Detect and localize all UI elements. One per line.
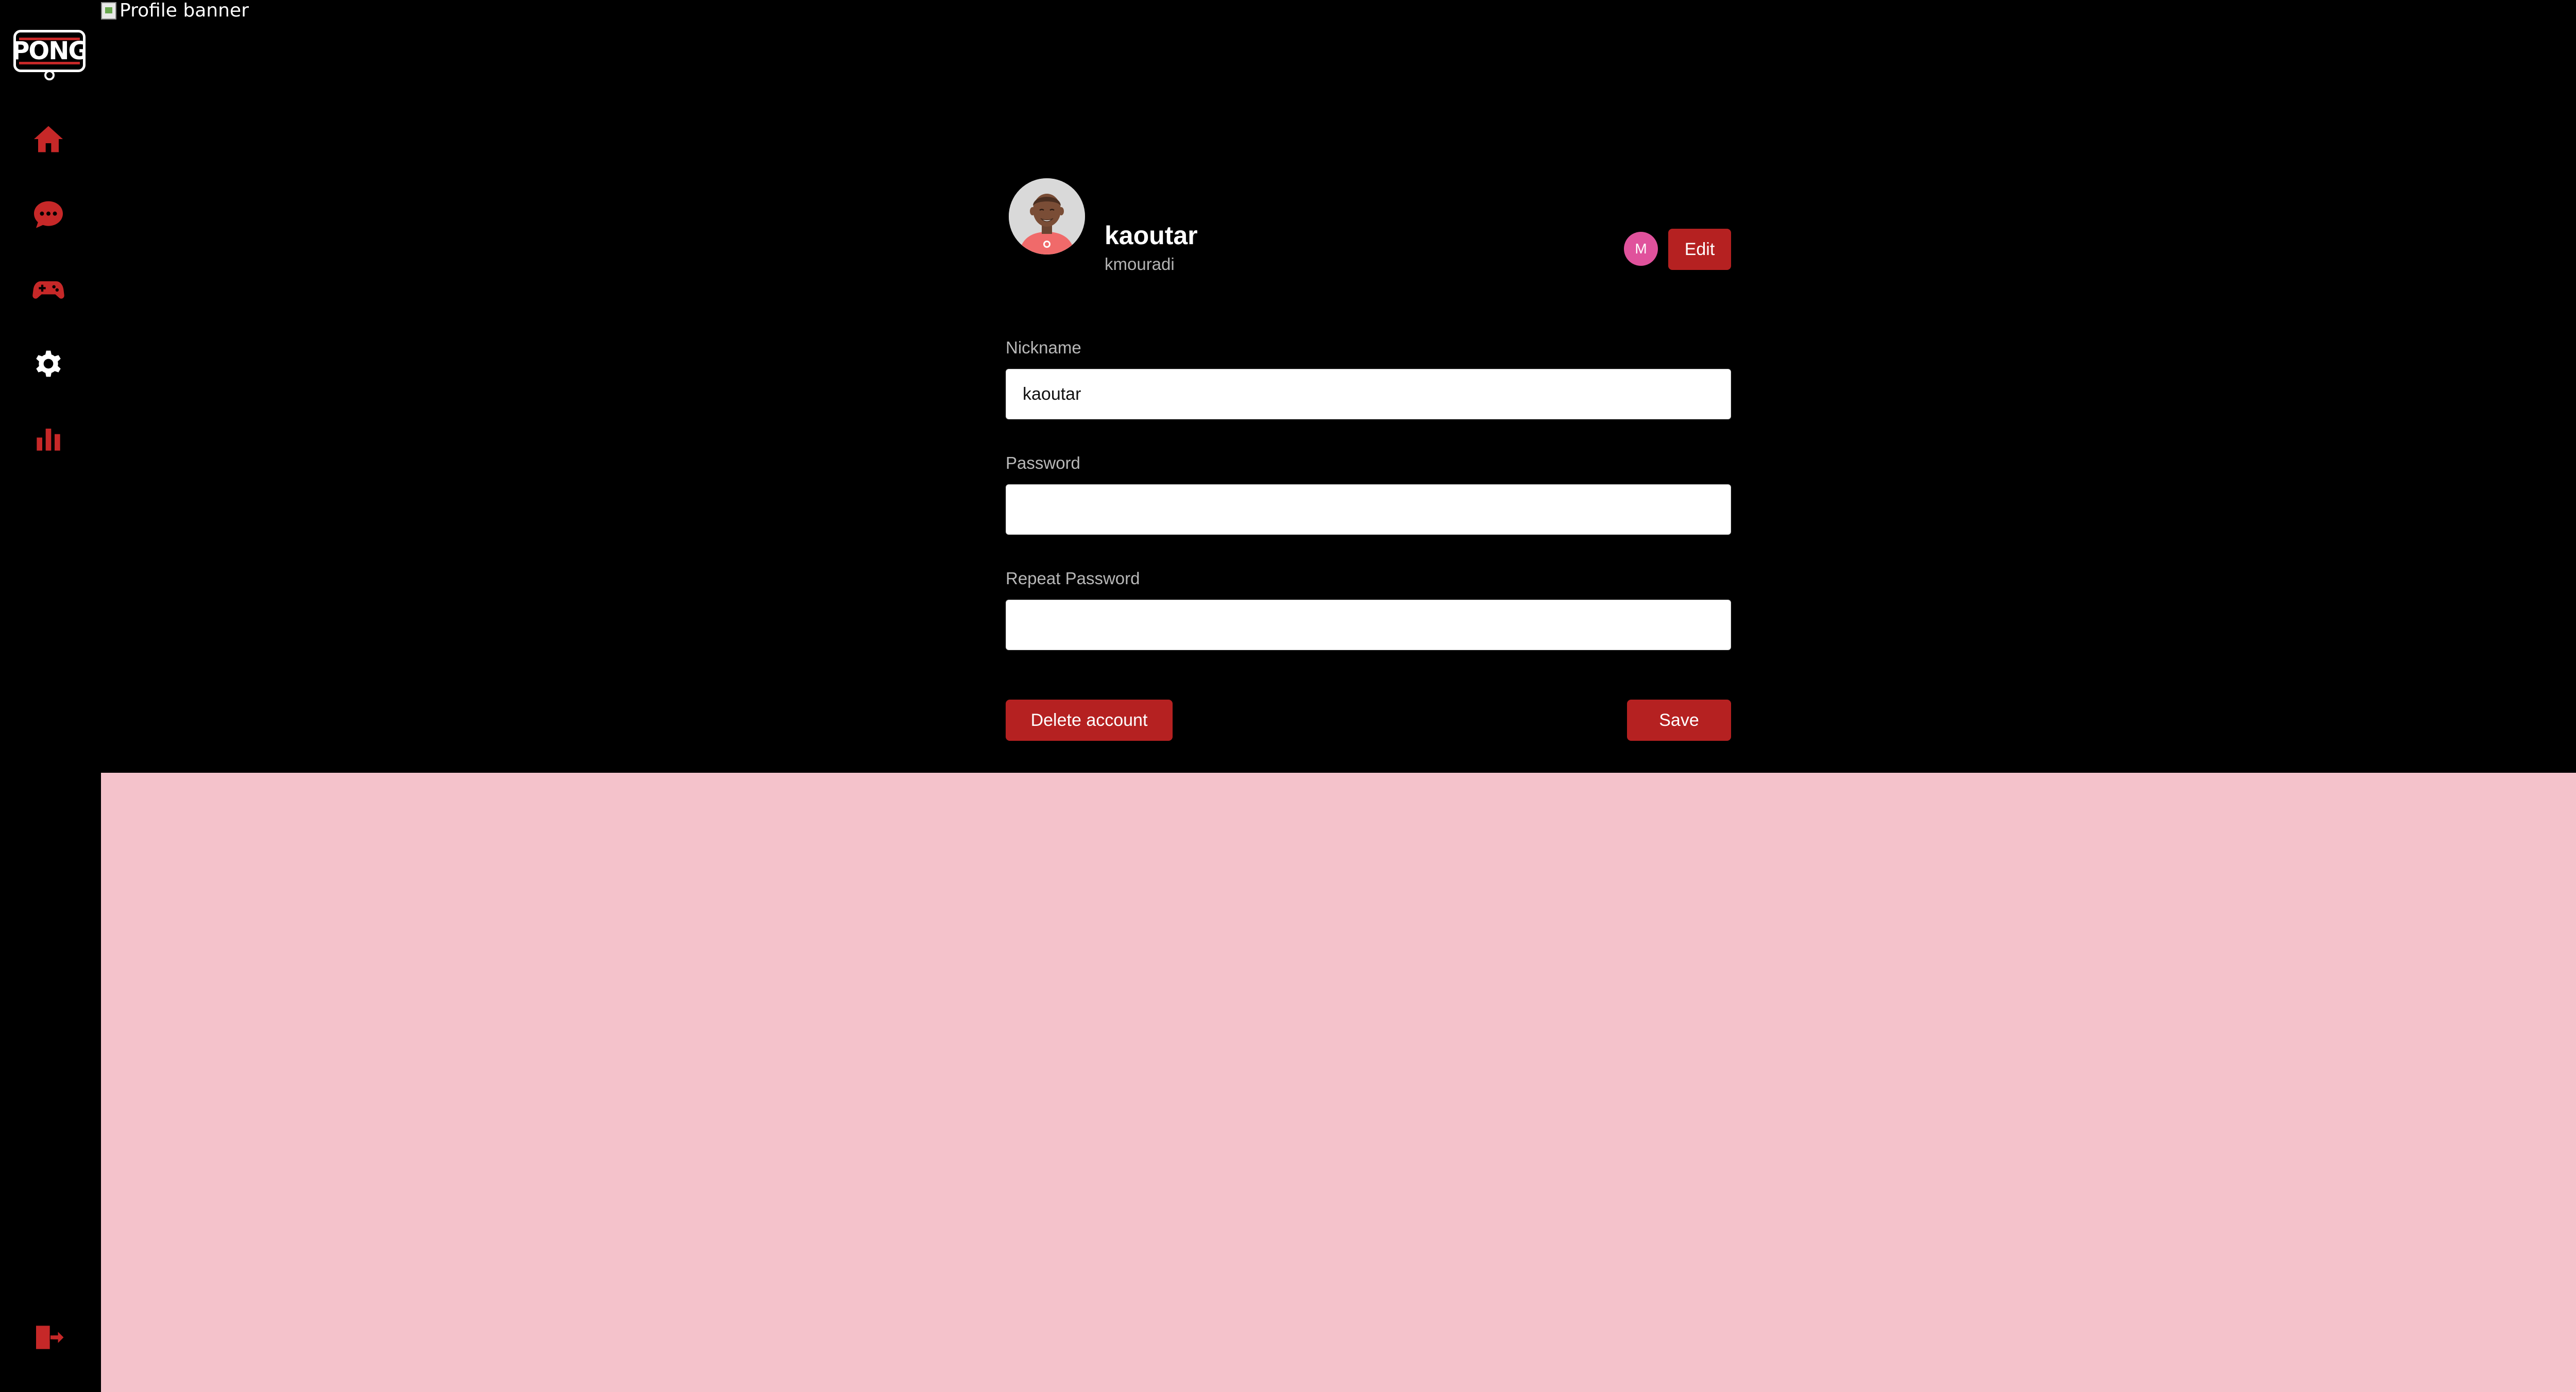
avatar[interactable] [1009,178,1085,254]
repeat-password-label: Repeat Password [1006,569,1140,588]
logo-text: PONG [13,37,86,65]
nickname-label: Nickname [1006,338,1081,357]
password-field[interactable] [1006,484,1731,535]
banner-alt-text: Profile banner [120,0,249,21]
sidebar-item-home[interactable] [30,121,67,158]
pong-logo[interactable]: PONG [13,30,86,80]
nickname-field[interactable] [1006,369,1731,419]
sidebar-item-stats[interactable] [30,420,67,457]
profile-name: kaoutar [1105,221,1198,250]
sidebar-item-game[interactable] [30,271,67,308]
delete-account-button[interactable]: Delete account [1006,700,1173,741]
repeat-password-field[interactable] [1006,600,1731,650]
sidebar: PONG [0,0,101,1392]
stats-icon [37,429,60,451]
home-icon [34,126,63,152]
save-button[interactable]: Save [1627,700,1731,741]
user-badge[interactable]: M [1624,232,1658,266]
chat-icon [34,201,63,228]
banner-broken-image: Profile banner [101,0,249,21]
profile-login: kmouradi [1105,254,1175,274]
logout-button[interactable] [30,1319,67,1356]
broken-image-icon [101,2,116,20]
sidebar-item-settings[interactable] [30,345,67,382]
logout-icon [36,1326,64,1349]
gamepad-icon [32,281,64,299]
sidebar-item-chat[interactable] [30,196,67,233]
password-label: Password [1006,453,1080,472]
page-lower-area [101,773,2576,1392]
gear-icon [36,350,61,377]
avatar-illustration [1009,178,1085,254]
edit-button[interactable]: Edit [1668,229,1731,270]
